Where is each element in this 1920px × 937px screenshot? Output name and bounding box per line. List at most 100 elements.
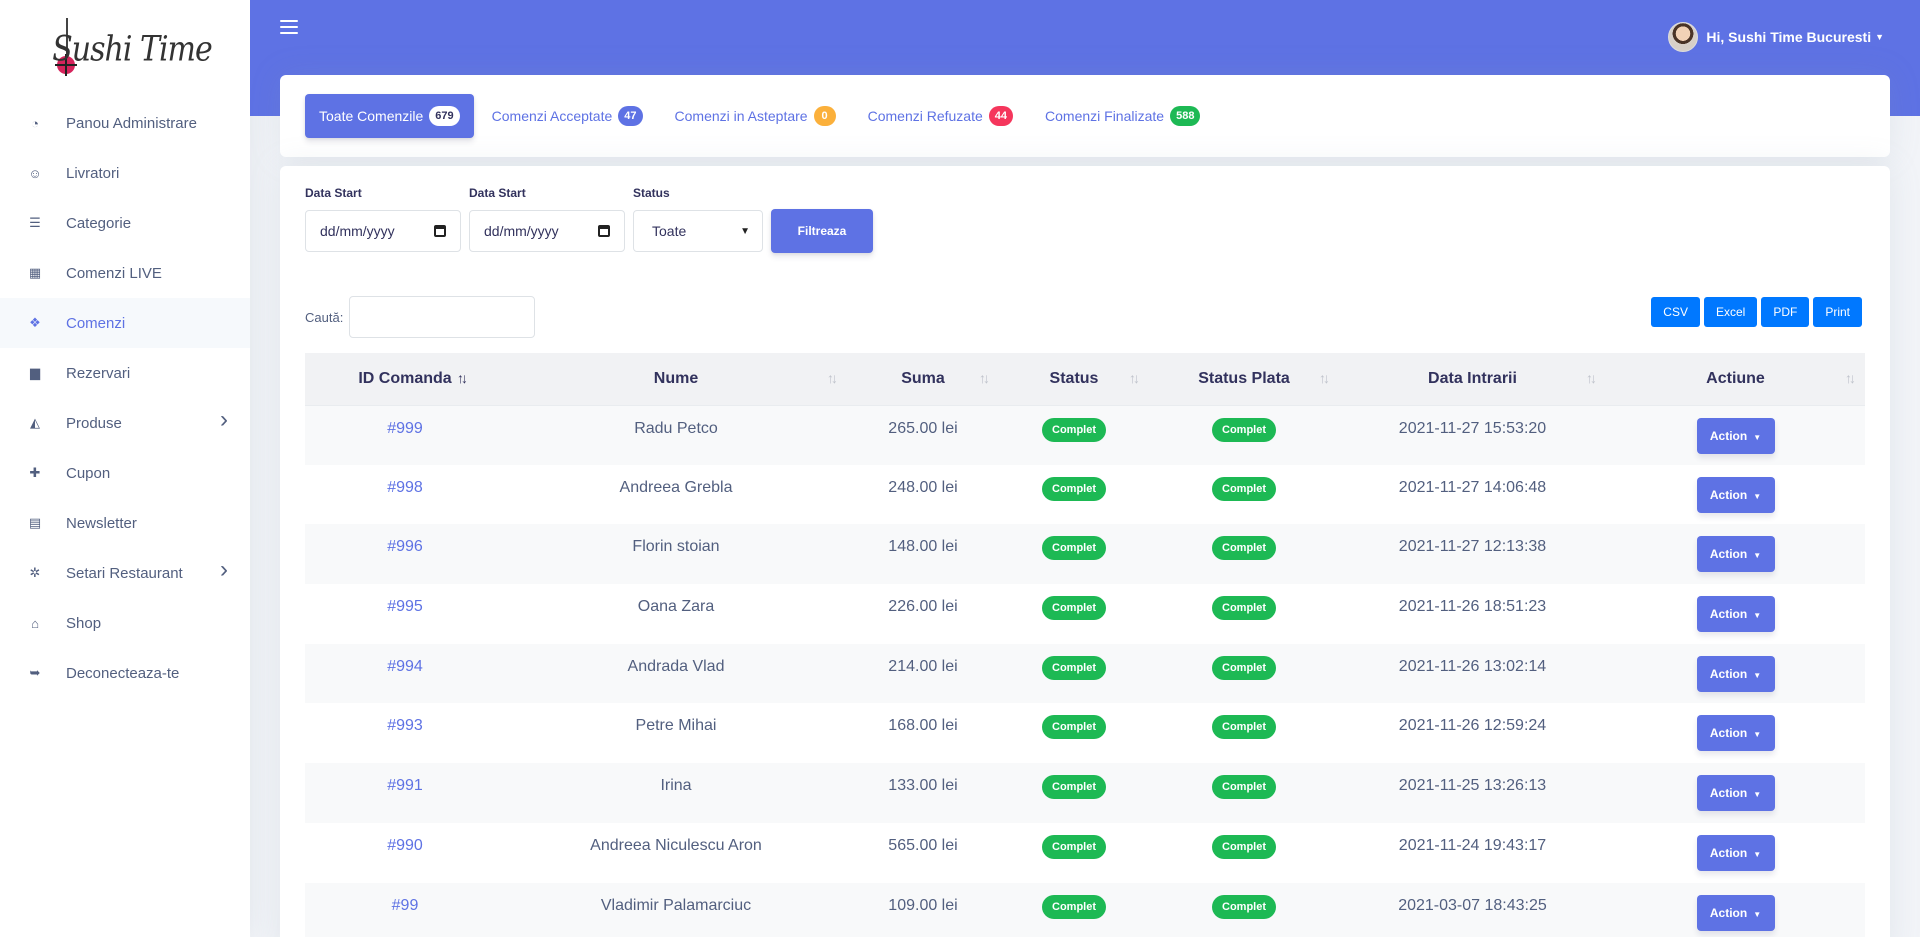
action-cell: Action ▼ xyxy=(1606,524,1865,585)
sort-icon[interactable]: ↑↓ xyxy=(1586,370,1597,386)
sidebar-item-shop[interactable]: ⌂ Shop xyxy=(0,598,250,648)
payment-status-cell: Complet xyxy=(1149,882,1339,937)
order-id-cell: #993 xyxy=(305,703,505,763)
payment-status-cell: Complet xyxy=(1149,584,1339,644)
order-id-cell: #99 xyxy=(305,882,505,937)
export-csv-button[interactable]: CSV xyxy=(1651,297,1700,327)
sort-icon[interactable]: ↑↓ xyxy=(827,370,838,386)
sidebar-item-panou-administrare[interactable]: ◔ Panou Administrare xyxy=(0,98,250,148)
action-label: Action xyxy=(1709,428,1748,443)
order-id-link[interactable]: #990 xyxy=(387,837,423,854)
user-menu[interactable]: Hi, Sushi Time Bucuresti ▼ xyxy=(1668,22,1884,52)
table-row: #998 Andreea Grebla 248.00 lei Complet Compl… xyxy=(305,465,1865,525)
tab-comenzi-refuzate[interactable]: Comenzi Refuzate 44 xyxy=(854,94,1027,138)
caret-down-icon: ▼ xyxy=(1753,790,1762,800)
action-dropdown-button[interactable]: Action ▼ xyxy=(1696,715,1775,752)
order-id-link[interactable]: #999 xyxy=(387,420,423,437)
order-id-cell: #998 xyxy=(305,465,505,525)
sidebar-item-rezervari[interactable]: ▆ Rezervari xyxy=(0,348,250,398)
order-id-link[interactable]: #99 xyxy=(392,897,419,914)
status-badge: Complet xyxy=(1042,834,1106,859)
column-header-label: Data Intrarii xyxy=(1428,369,1517,387)
action-dropdown-button[interactable]: Action ▼ xyxy=(1696,596,1775,633)
action-dropdown-button[interactable]: Action ▼ xyxy=(1696,417,1775,454)
column-header[interactable]: ID Comanda ↑↓ xyxy=(305,353,505,406)
start-date-input[interactable]: dd/mm/yyyy xyxy=(305,210,461,252)
action-dropdown-button[interactable]: Action ▼ xyxy=(1696,476,1775,513)
payment-status-badge: Complet xyxy=(1212,894,1276,919)
order-id-link[interactable]: #995 xyxy=(387,598,423,615)
status-cell: Complet xyxy=(999,823,1149,883)
status-badge: Complet xyxy=(1042,536,1106,561)
table-row: #990 Andreea Niculescu Aron 565.00 lei Comp… xyxy=(305,823,1865,883)
order-sum: 168.00 lei xyxy=(888,717,958,735)
column-header[interactable]: Actiune ↑↓ xyxy=(1606,353,1865,406)
payment-status-badge: Complet xyxy=(1212,655,1276,680)
tab-comenzi-acceptate[interactable]: Comenzi Acceptate 47 xyxy=(478,94,657,138)
search-input[interactable] xyxy=(349,296,536,338)
tab-label: Comenzi in Asteptare xyxy=(674,108,808,124)
action-dropdown-button[interactable]: Action ▼ xyxy=(1696,655,1775,692)
order-sum: 248.00 lei xyxy=(888,478,958,496)
sidebar-item-comenzi-live[interactable]: ▦ Comenzi LIVE xyxy=(0,248,250,298)
sidebar-item-newsletter[interactable]: ▤ Newsletter xyxy=(0,498,250,548)
sidebar-item-deconecteaza-te[interactable]: ➥ Deconecteaza-te xyxy=(0,648,250,698)
sort-icon[interactable]: ↑↓ xyxy=(1845,370,1856,386)
customer-name: Andreea Grebla xyxy=(619,478,733,496)
column-header[interactable]: Status ↑↓ xyxy=(999,353,1149,406)
tab-comenzi-finalizate[interactable]: Comenzi Finalizate 588 xyxy=(1031,94,1214,138)
column-header[interactable]: Status Plata ↑↓ xyxy=(1149,353,1339,406)
column-header[interactable]: Suma ↑↓ xyxy=(847,353,999,406)
sidebar-item-label: Panou Administrare xyxy=(66,114,197,132)
action-cell: Action ▼ xyxy=(1606,465,1865,525)
action-dropdown-button[interactable]: Action ▼ xyxy=(1696,834,1775,871)
column-header-label: Status xyxy=(1049,369,1099,387)
logout-icon: ➥ xyxy=(29,665,41,680)
action-dropdown-button[interactable]: Action ▼ xyxy=(1696,775,1775,812)
menu-toggle-icon[interactable] xyxy=(280,20,298,36)
sidebar-item-produse[interactable]: ◭ Produse › xyxy=(0,398,250,448)
sort-icon[interactable]: ↑↓ xyxy=(457,370,468,386)
status-cell: Complet xyxy=(999,405,1149,465)
order-id-link[interactable]: #991 xyxy=(387,777,423,794)
search-area: Caută: xyxy=(305,296,536,338)
status-badge: Complet xyxy=(1042,894,1106,919)
sort-icon[interactable]: ↑↓ xyxy=(1129,370,1140,386)
action-dropdown-button[interactable]: Action ▼ xyxy=(1696,894,1775,931)
order-sum: 214.00 lei xyxy=(847,643,999,704)
sidebar-item-livratori[interactable]: ☺ Livratori xyxy=(0,148,250,198)
customer-name: Radu Petco xyxy=(505,405,847,465)
export-pdf-button[interactable]: PDF xyxy=(1761,297,1810,327)
sidebar-item-cupon[interactable]: ✚ Cupon xyxy=(0,448,250,498)
tab-toate-comenzile[interactable]: Toate Comenzile 679 xyxy=(305,94,474,138)
pizza-icon: ◭ xyxy=(30,415,40,430)
sidebar-item-comenzi[interactable]: ❖ Comenzi xyxy=(0,298,250,348)
end-date-input[interactable]: dd/mm/yyyy xyxy=(469,210,625,252)
sidebar-item-categorie[interactable]: ☰ Categorie xyxy=(0,198,250,248)
tab-comenzi-in-asteptare[interactable]: Comenzi in Asteptare 0 xyxy=(661,94,850,138)
payment-status-cell: Complet xyxy=(1149,524,1339,585)
order-id-link[interactable]: #996 xyxy=(387,538,423,555)
sort-icon[interactable]: ↑↓ xyxy=(979,370,990,386)
order-sum: 265.00 lei xyxy=(847,405,999,465)
action-label: Action xyxy=(1709,905,1748,920)
table-header-row: ID Comanda ↑↓ Nume ↑↓ Suma ↑↓ Status ↑↓ Status P… xyxy=(305,353,1865,406)
caret-down-icon: ▼ xyxy=(1753,551,1762,561)
filter-button[interactable]: Filtreaza xyxy=(771,209,873,253)
caret-down-icon: ▼ xyxy=(1753,432,1762,442)
order-id-link[interactable]: #993 xyxy=(387,717,423,734)
column-header[interactable]: Data Intrarii ↑↓ xyxy=(1339,353,1606,406)
column-header[interactable]: Nume ↑↓ xyxy=(505,353,847,406)
customer-name: Irina xyxy=(505,763,847,823)
export-excel-button[interactable]: Excel xyxy=(1703,297,1758,327)
brand-logo[interactable]: Sushi Time xyxy=(0,0,250,98)
sort-icon[interactable]: ↑↓ xyxy=(1319,370,1330,386)
export-print-button[interactable]: Print xyxy=(1813,297,1862,327)
action-dropdown-button[interactable]: Action ▼ xyxy=(1696,536,1775,573)
order-id-link[interactable]: #998 xyxy=(387,479,423,496)
status-select[interactable]: Toate ▼ xyxy=(633,210,763,252)
order-id-cell: #991 xyxy=(305,763,505,823)
sidebar-item-label: Newsletter xyxy=(66,514,137,532)
order-id-link[interactable]: #994 xyxy=(387,658,423,675)
sidebar-item-setari-restaurant[interactable]: ✲ Setari Restaurant › xyxy=(0,548,250,598)
